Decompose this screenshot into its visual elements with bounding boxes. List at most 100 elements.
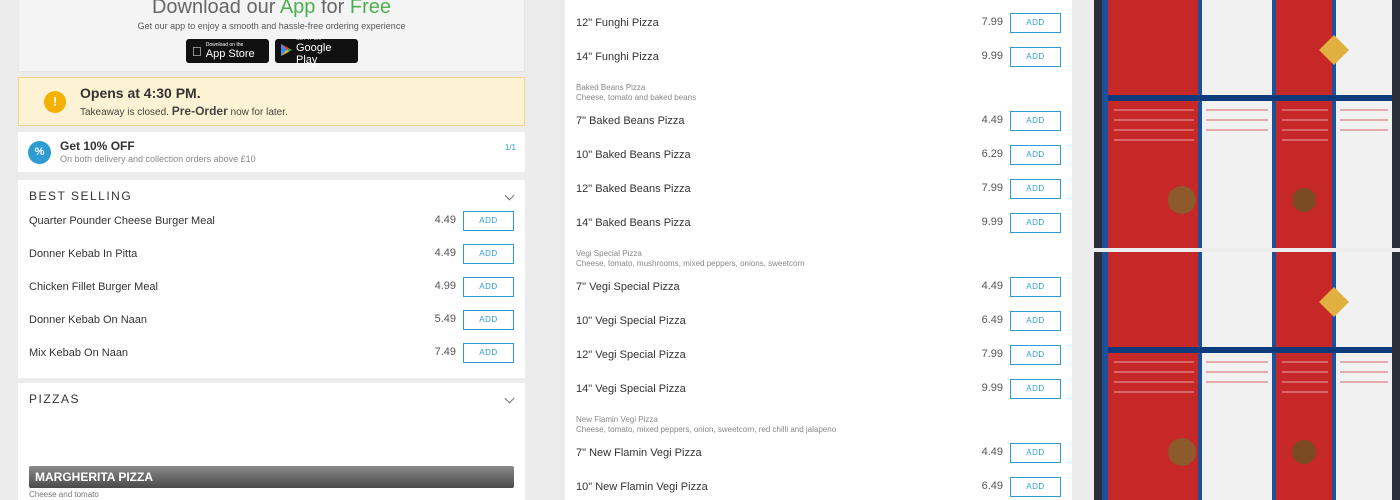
item-name: 10" Vegi Special Pizza bbox=[576, 315, 686, 327]
item-name: Donner Kebab In Pitta bbox=[29, 248, 138, 260]
item-name: 12" Baked Beans Pizza bbox=[576, 183, 691, 195]
item-price: 6.49 bbox=[981, 314, 1003, 326]
add-button[interactable]: ADD bbox=[1010, 179, 1061, 199]
item-name: 12" Funghi Pizza bbox=[576, 17, 659, 29]
offer-card[interactable]: % Get 10% OFF On both delivery and colle… bbox=[18, 132, 525, 172]
add-button[interactable]: ADD bbox=[1010, 277, 1061, 297]
list-item: 12" Vegi Special Pizza 7.99 ADD bbox=[576, 345, 1061, 367]
category-title: Vegi Special Pizza bbox=[576, 249, 642, 258]
app-title-mid: for bbox=[321, 0, 345, 18]
item-price: 6.29 bbox=[981, 148, 1003, 160]
app-title-prefix: Download our bbox=[151, 0, 276, 18]
list-item: Mix Kebab On Naan 7.49 ADD bbox=[29, 343, 514, 365]
add-button[interactable]: ADD bbox=[1010, 477, 1061, 497]
item-name: 12" Vegi Special Pizza bbox=[576, 349, 686, 361]
app-banner-subtitle: Get our app to enjoy a smooth and hassle… bbox=[137, 21, 406, 31]
item-price: 4.49 bbox=[434, 214, 456, 226]
item-price: 7.49 bbox=[434, 346, 456, 358]
add-button[interactable]: ADD bbox=[463, 211, 514, 231]
add-button[interactable]: ADD bbox=[1010, 111, 1061, 131]
category-description: Cheese, tomato, mixed peppers, onion, sw… bbox=[576, 425, 837, 434]
item-name: 7" Baked Beans Pizza bbox=[576, 115, 685, 127]
preorder-link[interactable]: Pre-Order bbox=[172, 104, 228, 118]
item-name: 14" Vegi Special Pizza bbox=[576, 383, 686, 395]
discount-badge-icon: % bbox=[28, 141, 51, 164]
pizzas-heading[interactable]: PIZZAS bbox=[29, 392, 80, 406]
item-name: 10" Baked Beans Pizza bbox=[576, 149, 691, 161]
item-price: 4.49 bbox=[981, 446, 1003, 458]
item-price: 4.49 bbox=[981, 114, 1003, 126]
add-button[interactable]: ADD bbox=[463, 277, 514, 297]
offer-title: Get 10% OFF bbox=[60, 139, 135, 153]
add-button[interactable]: ADD bbox=[1010, 311, 1061, 331]
item-price: 6.49 bbox=[981, 480, 1003, 492]
opening-notice: ! Opens at 4:30 PM. Takeaway is closed. … bbox=[18, 77, 525, 126]
item-price: 4.49 bbox=[434, 247, 456, 259]
category-title: New Flamin Vegi Pizza bbox=[576, 415, 658, 424]
item-name: Chicken Fillet Burger Meal bbox=[29, 281, 158, 293]
list-item: Quarter Pounder Cheese Burger Meal 4.49 … bbox=[29, 211, 514, 233]
item-name: 14" Funghi Pizza bbox=[576, 51, 659, 63]
category-header: New Flamin Vegi Pizza Cheese, tomato, mi… bbox=[576, 415, 836, 435]
add-button[interactable]: ADD bbox=[463, 244, 514, 264]
margherita-banner: MARGHERITA PIZZA bbox=[29, 466, 514, 488]
add-button[interactable]: ADD bbox=[1010, 443, 1061, 463]
add-button[interactable]: ADD bbox=[1010, 379, 1061, 399]
list-item: Chicken Fillet Burger Meal 4.99 ADD bbox=[29, 277, 514, 299]
item-name: Donner Kebab On Naan bbox=[29, 314, 148, 326]
list-item: 10" Baked Beans Pizza 6.29 ADD bbox=[576, 145, 1061, 167]
offer-subtitle: On both delivery and collection orders a… bbox=[60, 154, 256, 164]
margherita-description: Cheese and tomato bbox=[29, 490, 99, 499]
app-banner-title: Download our App for Free bbox=[19, 0, 524, 19]
item-price: 5.49 bbox=[434, 313, 456, 325]
item-price: 4.99 bbox=[434, 280, 456, 292]
preorder-text: Takeaway is closed. Pre-Order now for la… bbox=[80, 104, 288, 118]
chevron-down-icon[interactable] bbox=[504, 393, 515, 404]
offer-pager: 1/1 bbox=[504, 143, 516, 152]
item-price: 9.99 bbox=[981, 216, 1003, 228]
list-item: Donner Kebab On Naan 5.49 ADD bbox=[29, 310, 514, 332]
category-title: Baked Beans Pizza bbox=[576, 83, 646, 92]
list-item: Donner Kebab In Pitta 4.49 ADD bbox=[29, 244, 514, 266]
leaflet-image bbox=[1094, 252, 1400, 500]
chevron-down-icon[interactable] bbox=[504, 190, 515, 201]
menu-leaflet-photo[interactable] bbox=[1094, 252, 1400, 500]
list-item: 14" Vegi Special Pizza 9.99 ADD bbox=[576, 379, 1061, 401]
item-name: 7" Vegi Special Pizza bbox=[576, 281, 680, 293]
list-item: 7" Baked Beans Pizza 4.49 ADD bbox=[576, 111, 1061, 133]
app-title-app: App bbox=[279, 0, 316, 18]
item-name: 14" Baked Beans Pizza bbox=[576, 217, 691, 229]
item-name: 7" New Flamin Vegi Pizza bbox=[576, 447, 702, 459]
add-button[interactable]: ADD bbox=[1010, 13, 1061, 33]
opening-time: Opens at 4:30 PM. bbox=[80, 85, 201, 101]
best-selling-section: BEST SELLING Quarter Pounder Cheese Burg… bbox=[18, 180, 525, 378]
item-price: 9.99 bbox=[981, 50, 1003, 62]
add-button[interactable]: ADD bbox=[1010, 213, 1061, 233]
google-play-button[interactable]: GET IT ON Google Play bbox=[275, 36, 358, 66]
item-price: 7.99 bbox=[981, 182, 1003, 194]
add-button[interactable]: ADD bbox=[463, 310, 514, 330]
for-later-text: now for later. bbox=[230, 107, 288, 118]
add-button[interactable]: ADD bbox=[463, 343, 514, 363]
app-store-big-text: App Store bbox=[196, 48, 255, 60]
list-item: 7" Vegi Special Pizza 4.49 ADD bbox=[576, 277, 1061, 299]
leaflet-image bbox=[1094, 0, 1400, 248]
item-price: 4.49 bbox=[981, 280, 1003, 292]
best-selling-heading[interactable]: BEST SELLING bbox=[29, 189, 132, 203]
list-item: 12" Funghi Pizza 7.99 ADD bbox=[576, 13, 1061, 35]
menu-leaflet-photo[interactable] bbox=[1094, 0, 1400, 248]
google-play-icon bbox=[281, 43, 292, 59]
category-header: Baked Beans Pizza Cheese, tomato and bak… bbox=[576, 83, 696, 103]
app-store-button[interactable]:  Download on the App Store bbox=[186, 39, 269, 63]
item-price: 7.99 bbox=[981, 16, 1003, 28]
list-item: 10" New Flamin Vegi Pizza 6.49 ADD bbox=[576, 477, 1061, 499]
add-button[interactable]: ADD bbox=[1010, 145, 1061, 165]
add-button[interactable]: ADD bbox=[1010, 345, 1061, 365]
add-button[interactable]: ADD bbox=[1010, 47, 1061, 67]
alert-icon: ! bbox=[44, 91, 66, 113]
app-title-free: Free bbox=[349, 0, 392, 18]
list-item: 14" Funghi Pizza 9.99 ADD bbox=[576, 47, 1061, 69]
google-play-big-text: Google Play bbox=[296, 42, 332, 66]
list-item: 7" New Flamin Vegi Pizza 4.49 ADD bbox=[576, 443, 1061, 465]
pizzas-section: PIZZAS MARGHERITA PIZZA Cheese and tomat… bbox=[18, 383, 525, 500]
